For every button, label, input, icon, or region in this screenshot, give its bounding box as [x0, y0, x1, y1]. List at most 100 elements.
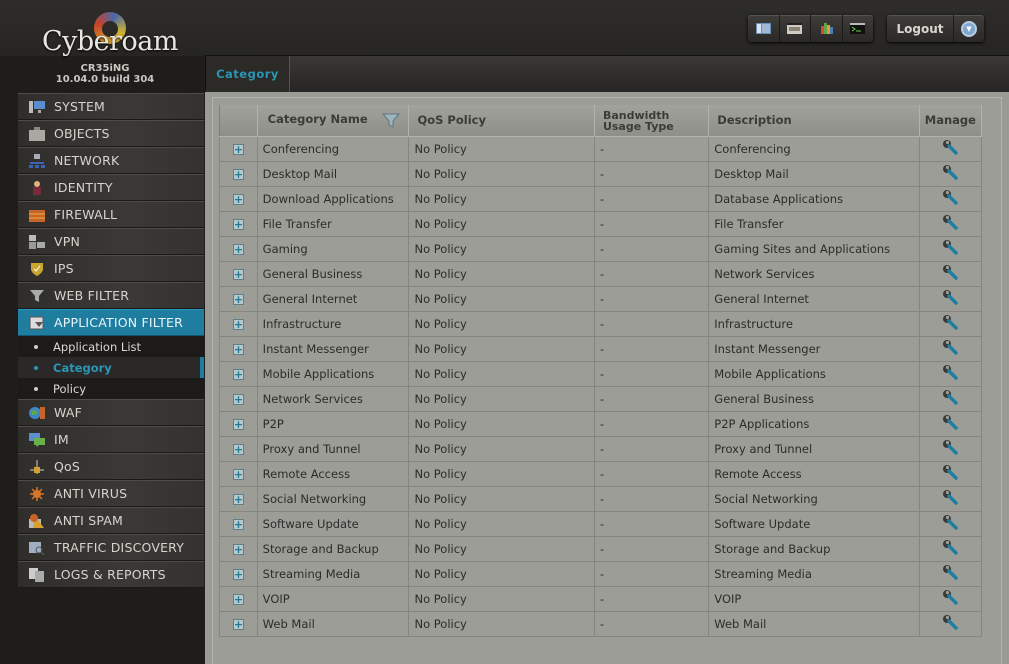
- expand-plus-icon[interactable]: +: [232, 143, 244, 155]
- category-name-header[interactable]: Category Name: [256, 105, 410, 137]
- sidebar-item-anti-virus[interactable]: ANTI VIRUS: [18, 480, 204, 507]
- table-header-row: Category Name QoS Policy Bandwidth Usage…: [219, 105, 983, 137]
- expand-plus-icon[interactable]: +: [232, 618, 244, 630]
- sidebar-item-traffic-discovery[interactable]: TRAFFIC DISCOVERY: [18, 534, 204, 561]
- bandwidth-usage-type: -: [599, 416, 605, 431]
- expand-plus-icon[interactable]: +: [232, 518, 244, 530]
- category-name: Network Services: [262, 391, 363, 406]
- expand-plus-icon[interactable]: +: [232, 393, 244, 405]
- sidebar-item-application-filter[interactable]: APPLICATION FILTER: [18, 309, 204, 336]
- cli-button[interactable]: [843, 15, 874, 42]
- sidebar-subitem-application-list[interactable]: Application List: [18, 336, 204, 357]
- expand-plus-icon[interactable]: +: [232, 468, 244, 480]
- sidebar-item-anti-spam[interactable]: ANTI SPAM: [18, 507, 204, 534]
- qos-policy: No Policy: [414, 216, 467, 231]
- expand-plus-icon[interactable]: +: [232, 293, 244, 305]
- expand-plus-icon[interactable]: +: [232, 243, 244, 255]
- expand-plus-icon[interactable]: +: [232, 443, 244, 455]
- wrench-icon[interactable]: [942, 164, 959, 180]
- firmware-version: 10.04.0 build 304: [55, 74, 155, 85]
- expand-plus-icon[interactable]: +: [232, 318, 244, 330]
- wrench-icon[interactable]: [942, 339, 959, 355]
- qos-policy-cell: No Policy: [408, 235, 595, 262]
- table-row: + Proxy and Tunnel No Policy - Proxy and…: [219, 435, 983, 462]
- sidebar-subitem-policy[interactable]: Policy: [18, 378, 204, 399]
- sidebar-item-web-filter[interactable]: WEB FILTER: [18, 282, 204, 309]
- filter-icon[interactable]: [382, 113, 401, 129]
- sidebar-item-logs-reports[interactable]: LOGS & REPORTS: [18, 561, 204, 588]
- wrench-icon[interactable]: [942, 214, 959, 230]
- table-row: + P2P No Policy - P2P Applications: [219, 410, 983, 437]
- wrench-icon[interactable]: [942, 564, 959, 580]
- sidebar-item-firewall[interactable]: FIREWALL: [18, 201, 204, 228]
- expand-plus-icon[interactable]: +: [232, 168, 244, 180]
- expand-cell: +: [219, 385, 258, 412]
- expand-plus-icon[interactable]: +: [232, 543, 244, 555]
- sidebar-subitem-category[interactable]: Category: [18, 357, 204, 378]
- sidebar-item-vpn[interactable]: VPN: [18, 228, 204, 255]
- account-menu-button[interactable]: ▼: [954, 15, 984, 42]
- expand-plus-icon[interactable]: +: [232, 568, 244, 580]
- bandwidth-usage-cell: -: [593, 610, 710, 637]
- wrench-icon[interactable]: [942, 314, 959, 330]
- description: Database Applications: [714, 191, 844, 206]
- table-row: + Storage and Backup No Policy - Storage…: [219, 535, 983, 562]
- tab-bar: Category: [205, 55, 1009, 92]
- description: Gaming Sites and Applications: [714, 241, 891, 256]
- console-button[interactable]: [780, 15, 811, 42]
- cli-icon: [850, 23, 866, 34]
- expand-plus-icon[interactable]: +: [232, 593, 244, 605]
- sidebar-item-qos[interactable]: QoS: [18, 453, 204, 480]
- wrench-icon[interactable]: [942, 364, 959, 380]
- wrench-icon[interactable]: [942, 189, 959, 205]
- quick-toolbar: [748, 15, 873, 42]
- expand-plus-icon[interactable]: +: [232, 368, 244, 380]
- wrench-icon[interactable]: [942, 464, 959, 480]
- bullet-icon: [34, 386, 38, 391]
- sidebar-item-objects[interactable]: OBJECTS: [18, 120, 204, 147]
- wrench-icon[interactable]: [942, 139, 959, 155]
- wrench-icon[interactable]: [942, 514, 959, 530]
- sidebar-item-label: IDENTITY: [54, 180, 113, 195]
- qos-policy: No Policy: [414, 491, 467, 506]
- category-name-cell: Streaming Media: [256, 560, 410, 587]
- sidebar-item-waf[interactable]: WAF: [18, 399, 204, 426]
- sidebar-item-ips[interactable]: IPS: [18, 255, 204, 282]
- bandwidth-usage-type-header[interactable]: Bandwidth Usage Type: [593, 105, 710, 137]
- category-name-cell: Software Update: [256, 510, 410, 537]
- logout-button[interactable]: Logout: [887, 15, 954, 42]
- qos-policy-header[interactable]: QoS Policy: [408, 105, 595, 137]
- expand-plus-icon[interactable]: +: [232, 493, 244, 505]
- wrench-icon[interactable]: [942, 614, 959, 630]
- wrench-icon[interactable]: [942, 264, 959, 280]
- wrench-icon[interactable]: [942, 539, 959, 555]
- description: Streaming Media: [714, 566, 812, 581]
- wrench-icon[interactable]: [942, 389, 959, 405]
- tab-category[interactable]: Category: [206, 56, 290, 92]
- sidebar-item-im[interactable]: IM: [18, 426, 204, 453]
- wrench-icon[interactable]: [942, 439, 959, 455]
- sidebar-item-system[interactable]: SYSTEM: [18, 93, 204, 120]
- column-label: Category Name: [267, 112, 368, 127]
- description: Conferencing: [714, 141, 791, 156]
- expand-plus-icon[interactable]: +: [232, 193, 244, 205]
- reports-button[interactable]: [811, 15, 843, 42]
- expand-plus-icon[interactable]: +: [232, 218, 244, 230]
- category-name-cell: Remote Access: [256, 460, 410, 487]
- sidebar-item-network[interactable]: NETWORK: [18, 147, 204, 174]
- description-header[interactable]: Description: [708, 105, 920, 137]
- description-cell: Software Update: [708, 510, 920, 537]
- description: Desktop Mail: [714, 166, 789, 181]
- wrench-icon[interactable]: [942, 289, 959, 305]
- expand-plus-icon[interactable]: +: [232, 343, 244, 355]
- wrench-icon[interactable]: [942, 414, 959, 430]
- wrench-icon[interactable]: [942, 239, 959, 255]
- sidebar-item-identity[interactable]: IDENTITY: [18, 174, 204, 201]
- expand-plus-icon[interactable]: +: [232, 418, 244, 430]
- wrench-icon[interactable]: [942, 589, 959, 605]
- bandwidth-usage-cell: -: [593, 460, 710, 487]
- dashboard-button[interactable]: [748, 15, 780, 42]
- wrench-icon[interactable]: [942, 489, 959, 505]
- category-name-cell: Instant Messenger: [256, 335, 410, 362]
- expand-plus-icon[interactable]: +: [232, 268, 244, 280]
